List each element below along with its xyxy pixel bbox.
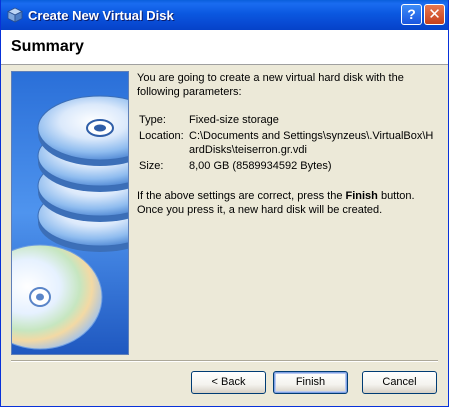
outro-finish-word: Finish — [345, 190, 378, 202]
window-title: Create New Virtual Disk — [28, 8, 174, 23]
back-button[interactable]: < Back — [191, 371, 266, 394]
param-value-size: 8,00 GB (8589934592 Bytes) — [189, 160, 332, 172]
cancel-button[interactable]: Cancel — [362, 371, 437, 394]
param-value-location: C:\Documents and Settings\synzeus\.Virtu… — [189, 130, 434, 156]
param-value-type: Fixed-size storage — [189, 114, 279, 126]
disks-illustration — [11, 71, 129, 355]
page-title: Summary — [11, 38, 84, 55]
content-area: You are going to create a new virtual ha… — [1, 65, 448, 357]
header-panel: Summary — [1, 30, 448, 65]
param-label-size: Size: — [139, 160, 164, 172]
help-button[interactable]: ? — [401, 4, 422, 25]
dialog-window: Create New Virtual Disk ? ✕ Summary You … — [0, 0, 449, 407]
button-separator — [11, 360, 438, 362]
outro-text: If the above settings are correct, press… — [137, 189, 437, 217]
summary-text: You are going to create a new virtual ha… — [137, 71, 437, 228]
outro-text-start: If the above settings are correct, press… — [137, 190, 346, 202]
virtualbox-icon — [7, 7, 23, 23]
parameters-list: Type: Fixed-size storage Location: C:\Do… — [137, 113, 437, 173]
intro-text: You are going to create a new virtual ha… — [137, 72, 404, 98]
close-button[interactable]: ✕ — [424, 4, 445, 25]
title-bar[interactable]: Create New Virtual Disk ? ✕ — [1, 0, 448, 30]
param-label-type: Type: — [139, 114, 166, 126]
param-label-location: Location: — [139, 130, 184, 142]
finish-button[interactable]: Finish — [273, 371, 348, 394]
disk-stack — [37, 95, 128, 252]
